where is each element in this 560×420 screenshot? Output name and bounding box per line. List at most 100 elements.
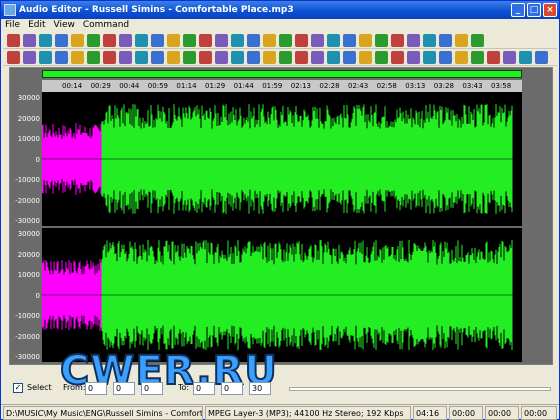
toolbar-icon[interactable] [215,51,228,64]
waveform-panel[interactable]: 00:14 00:29 00:44 00:59 01:14 01:29 01:44 01:59… [9,67,553,395]
toolbar-icon[interactable] [391,34,404,47]
amplitude-axis-left: 30000 20000 10000 0 -10000 -20000 -30000 [10,92,42,226]
toolbar-icon[interactable] [391,51,404,64]
toolbar-icon[interactable] [359,34,372,47]
timeline-tick: 02:28 [319,82,340,90]
toolbar-icon[interactable] [215,34,228,47]
toolbar-icon[interactable] [135,51,148,64]
from-hours-input[interactable]: 0 [85,382,107,395]
toolbar-icon[interactable] [247,34,260,47]
toolbar-icon[interactable] [103,51,116,64]
toolbar-icon[interactable] [87,34,100,47]
toolbar-icon[interactable] [375,51,388,64]
to-minutes-input[interactable]: 0 [221,382,243,395]
toolbar-icon[interactable] [7,34,20,47]
toolbar-icon[interactable] [455,34,468,47]
toolbar-icon[interactable] [151,34,164,47]
timeline-tick: 00:29 [90,82,111,90]
toolbar-icon[interactable] [439,34,452,47]
toolbar-icon[interactable] [39,51,52,64]
toolbar-icon[interactable] [327,34,340,47]
app-window: Audio Editor - Russell Simins - Comforta… [0,0,560,420]
toolbar-icon[interactable] [375,34,388,47]
toolbar-icon[interactable] [343,51,356,64]
toolbar-icon[interactable] [183,51,196,64]
toolbar-icon[interactable] [487,51,500,64]
left-channel[interactable] [42,92,522,226]
menu-file[interactable]: File [1,19,24,32]
position-slider[interactable] [289,387,551,391]
amplitude-label: 10000 [17,135,40,143]
toolbar-icon[interactable] [39,34,52,47]
toolbar-icon[interactable] [55,51,68,64]
to-label: To: [178,383,190,392]
toolbar-icon[interactable] [167,51,180,64]
toolbar-icon[interactable] [359,51,372,64]
toolbar-icon[interactable] [423,34,436,47]
toolbar-icon[interactable] [471,34,484,47]
toolbar-icon[interactable] [135,34,148,47]
toolbar-icon[interactable] [71,34,84,47]
status-bar: D:\MUSIC\My Music\ENG\Russell Simins - C… [1,404,559,420]
toolbar-icon[interactable] [295,34,308,47]
toolbar-icon[interactable] [247,51,260,64]
select-label: Select [27,383,52,392]
toolbar-icon[interactable] [535,51,548,64]
menu-edit[interactable]: Edit [24,19,49,32]
close-button[interactable]: × [543,3,557,17]
toolbar-icon[interactable] [103,34,116,47]
toolbar-icon[interactable] [55,34,68,47]
menu-view[interactable]: View [50,19,79,32]
toolbar-icon[interactable] [263,51,276,64]
toolbar-icon[interactable] [503,51,516,64]
toolbar-icon[interactable] [167,34,180,47]
toolbar-icon[interactable] [23,34,36,47]
toolbar-icon[interactable] [231,34,244,47]
timeline-tick: 02:13 [290,82,311,90]
toolbar-icon[interactable] [519,51,532,64]
toolbar-icon[interactable] [279,51,292,64]
amplitude-axis-right: 30000 20000 10000 0 -10000 -20000 -30000 [10,228,42,362]
toolbar-icon[interactable] [311,51,324,64]
amplitude-label: -20000 [15,196,40,205]
from-minutes-input[interactable]: 0 [113,382,135,395]
toolbar-icon[interactable] [183,34,196,47]
toolbar-icon[interactable] [199,51,212,64]
toolbar-icon[interactable] [7,51,20,64]
overview-bar[interactable] [42,70,522,78]
toolbar-icon[interactable] [87,51,100,64]
from-seconds-input[interactable]: 0 [141,382,163,395]
to-hours-input[interactable]: 0 [193,382,215,395]
maximize-button[interactable]: □ [527,3,541,17]
toolbar-icon[interactable] [407,34,420,47]
amplitude-label: 20000 [17,114,40,123]
toolbar-icon[interactable] [311,34,324,47]
minimize-button[interactable]: _ [511,3,525,17]
toolbar-icon[interactable] [455,51,468,64]
right-channel[interactable] [42,228,522,362]
toolbar-icon[interactable] [343,34,356,47]
toolbar-icon[interactable] [423,51,436,64]
toolbar-icon[interactable] [295,51,308,64]
select-checkbox[interactable]: ✓ [13,383,23,393]
toolbar-icon[interactable] [119,51,132,64]
toolbar-icon[interactable] [327,51,340,64]
timeline-ruler[interactable]: 00:14 00:29 00:44 00:59 01:14 01:29 01:44 01:59… [42,80,522,92]
amplitude-label: -10000 [15,312,40,320]
toolbar-icon[interactable] [23,51,36,64]
toolbar-icon[interactable] [263,34,276,47]
toolbar-icon[interactable] [279,34,292,47]
toolbar-icon[interactable] [71,51,84,64]
toolbar-icon[interactable] [199,34,212,47]
timeline-tick: 00:59 [147,82,168,90]
toolbar-icon[interactable] [119,34,132,47]
toolbar-icon[interactable] [231,51,244,64]
toolbar-icon[interactable] [471,51,484,64]
to-seconds-input[interactable]: 30 [249,382,271,395]
toolbar-icon[interactable] [439,51,452,64]
toolbar-icon[interactable] [151,51,164,64]
amplitude-label: -10000 [15,176,40,184]
menu-command[interactable]: Command [79,19,133,32]
status-position-3: 00:00 [521,406,557,420]
toolbar-icon[interactable] [407,51,420,64]
